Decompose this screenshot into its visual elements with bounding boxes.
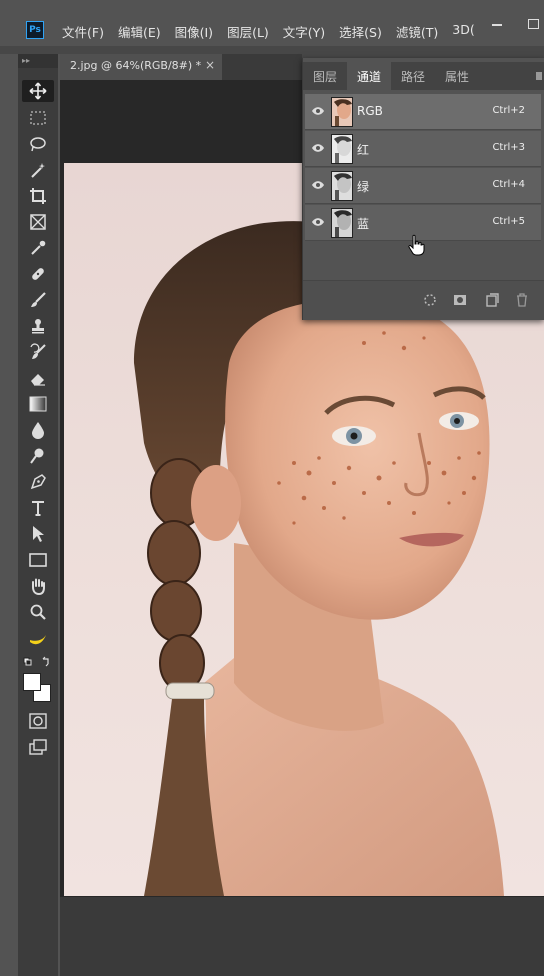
menu-type[interactable]: 文字(Y) (283, 22, 325, 41)
channel-thumbnail (331, 134, 353, 164)
healing-brush-tool-icon[interactable] (22, 263, 54, 285)
eraser-tool-icon[interactable] (22, 367, 54, 389)
channel-shortcut: Ctrl+5 (492, 216, 525, 227)
default-colors-icon[interactable] (22, 654, 54, 670)
eye-icon[interactable] (311, 180, 325, 190)
tools-panel-grip[interactable]: ▸▸ (18, 54, 58, 68)
frame-tool-icon[interactable] (22, 211, 54, 233)
channel-row-rgb[interactable]: RGB Ctrl+2 (305, 94, 541, 130)
menu-edit[interactable]: 编辑(E) (118, 22, 161, 41)
tab-channels[interactable]: 通道 (347, 62, 392, 90)
foreground-color-swatch[interactable] (23, 673, 41, 691)
lasso-tool-icon[interactable] (22, 133, 54, 155)
channels-panel: 图层 通道 路径 属性 RGB Ctrl+2 红 Ctrl+3 绿 Ctrl+4… (302, 58, 544, 320)
eye-icon[interactable] (311, 143, 325, 153)
panel-tabs: 图层 通道 路径 属性 (303, 62, 544, 90)
canvas-pasteboard (60, 897, 544, 976)
menu-layer[interactable]: 图层(L) (227, 22, 269, 41)
load-selection-icon[interactable] (423, 293, 437, 307)
channel-row-red[interactable]: 红 Ctrl+3 (305, 131, 541, 167)
channel-thumbnail (331, 171, 353, 201)
menu-select[interactable]: 选择(S) (339, 22, 382, 41)
menu-filter[interactable]: 滤镜(T) (396, 22, 438, 41)
tab-properties[interactable]: 属性 (435, 62, 479, 90)
channel-thumbnail (331, 97, 353, 127)
rectangle-tool-icon[interactable] (22, 549, 54, 571)
history-brush-tool-icon[interactable] (22, 341, 54, 363)
eyedropper-tool-icon[interactable] (22, 237, 54, 259)
minimize-icon[interactable] (486, 16, 508, 32)
hand-pointer-cursor-icon (408, 234, 425, 256)
save-selection-icon[interactable] (453, 293, 467, 307)
tab-paths[interactable]: 路径 (391, 62, 435, 90)
channel-name: 红 (357, 143, 370, 157)
hand-tool-icon[interactable] (22, 575, 54, 597)
eye-icon[interactable] (311, 217, 325, 227)
banana-icon[interactable] (22, 628, 54, 650)
menu-image[interactable]: 图像(I) (175, 22, 213, 41)
pen-tool-icon[interactable] (22, 471, 54, 493)
channel-name: RGB (357, 104, 383, 118)
crop-tool-icon[interactable] (22, 185, 54, 207)
dodge-tool-icon[interactable] (22, 445, 54, 467)
photoshop-logo: Ps (26, 21, 44, 39)
brush-tool-icon[interactable] (22, 289, 54, 311)
marquee-tool-icon[interactable] (22, 107, 54, 129)
menu-file[interactable]: 文件(F) (62, 22, 104, 41)
screen-mode-icon[interactable] (22, 736, 54, 758)
channel-name: 蓝 (357, 217, 370, 231)
channel-thumbnail (331, 208, 353, 238)
quick-mask-icon[interactable] (22, 710, 54, 732)
maximize-icon[interactable] (522, 16, 544, 32)
panel-menu-icon[interactable] (536, 72, 542, 80)
channel-shortcut: Ctrl+3 (492, 142, 525, 153)
document-tab[interactable]: 2.jpg @ 64%(RGB/8#) * (60, 54, 222, 80)
delete-channel-icon[interactable] (515, 293, 529, 307)
blur-tool-icon[interactable] (22, 419, 54, 441)
tab-layers[interactable]: 图层 (303, 62, 347, 90)
new-channel-icon[interactable] (485, 293, 499, 307)
close-icon[interactable]: × (205, 58, 215, 72)
path-selection-tool-icon[interactable] (22, 523, 54, 545)
magic-wand-tool-icon[interactable] (22, 159, 54, 181)
type-tool-icon[interactable] (22, 497, 54, 519)
panel-dock-strip (302, 46, 544, 58)
panel-footer (303, 280, 544, 320)
channel-shortcut: Ctrl+2 (492, 105, 525, 116)
move-tool-icon[interactable] (22, 80, 54, 102)
window-controls (472, 16, 544, 32)
menu-bar: Ps 文件(F) 编辑(E) 图像(I) 图层(L) 文字(Y) 选择(S) 滤… (0, 0, 544, 46)
channel-row-green[interactable]: 绿 Ctrl+4 (305, 168, 541, 204)
zoom-tool-icon[interactable] (22, 601, 54, 623)
gradient-tool-icon[interactable] (22, 393, 54, 415)
clone-stamp-tool-icon[interactable] (22, 315, 54, 337)
eye-icon[interactable] (311, 106, 325, 116)
menu-items: 文件(F) 编辑(E) 图像(I) 图层(L) 文字(Y) 选择(S) 滤镜(T… (62, 22, 489, 41)
channel-shortcut: Ctrl+4 (492, 179, 525, 190)
document-tab-title: 2.jpg @ 64%(RGB/8#) * (70, 59, 202, 72)
channel-name: 绿 (357, 180, 370, 194)
